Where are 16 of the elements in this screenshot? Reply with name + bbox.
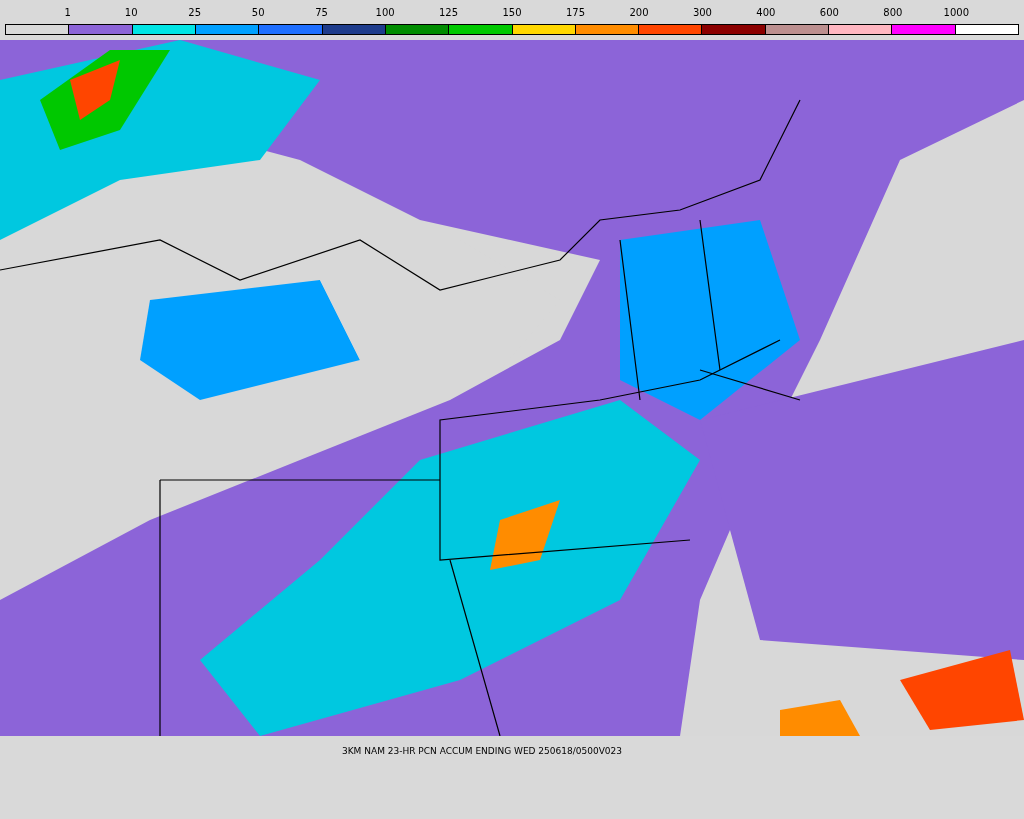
legend-label: 75 [314, 6, 329, 20]
legend-label: 1 [63, 6, 72, 20]
legend-label: 600 [818, 6, 840, 20]
legend-label: 200 [628, 6, 650, 20]
legend-label: 50 [250, 6, 266, 20]
legend-label: 400 [755, 6, 777, 20]
legend-label: 10 [123, 6, 139, 20]
legend-label: 175 [564, 6, 587, 20]
legend-label: 800 [882, 6, 904, 20]
legend-label: 150 [501, 6, 523, 20]
legend-label: 1000 [942, 6, 970, 20]
map-caption: 3KM NAM 23-HR PCN ACCUM ENDING WED 250618/0500V023 [341, 746, 623, 756]
legend-label: 125 [438, 6, 460, 20]
legend-label: 300 [691, 6, 713, 20]
legend-label: 25 [187, 6, 203, 20]
legend-label: 100 [374, 6, 396, 20]
